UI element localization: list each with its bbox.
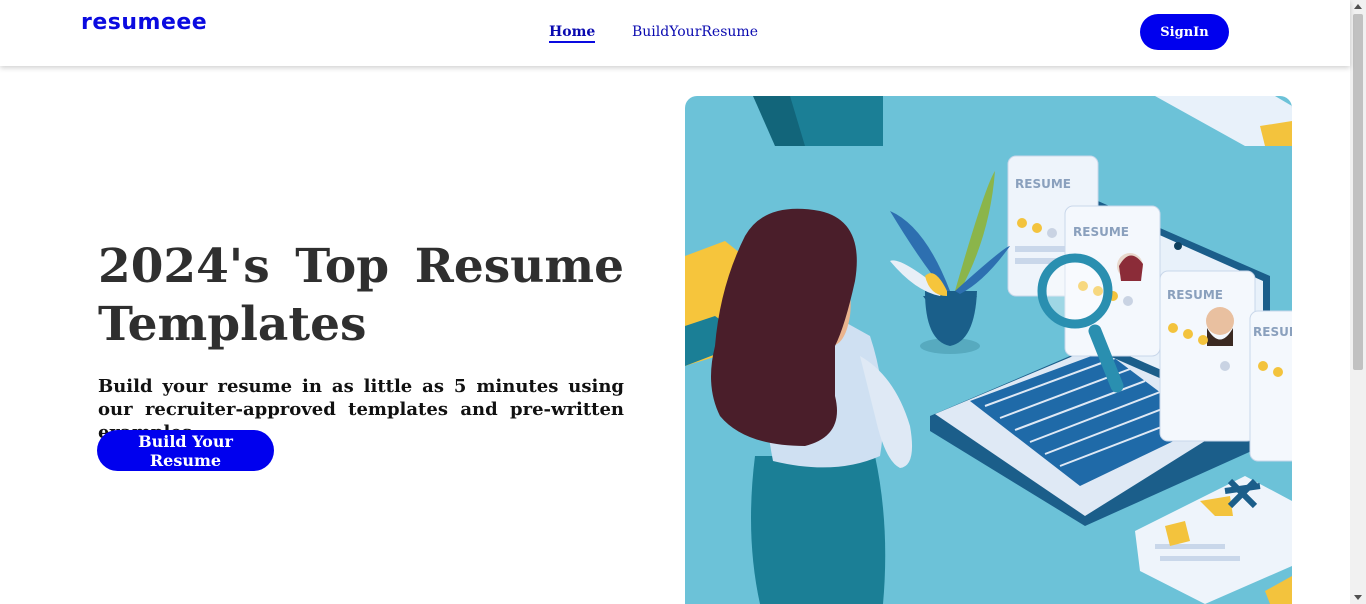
resume-card-4: RESUME (1249, 310, 1292, 462)
svg-text:RESUME: RESUME (1167, 288, 1223, 302)
nav-build-resume-link[interactable]: BuildYourResume (632, 24, 758, 40)
resume-card-3: RESUME (1159, 270, 1256, 442)
scroll-up-arrow-icon[interactable] (1354, 4, 1362, 9)
svg-text:RESUME: RESUME (1015, 177, 1071, 191)
navbar: resumeee Home BuildYourResume SignIn (0, 0, 1350, 66)
brand-logo[interactable]: resumeee (81, 10, 207, 35)
hero-title: 2024's Top Resume Templates (98, 239, 624, 352)
signin-button[interactable]: SignIn (1140, 14, 1229, 50)
svg-text:RESUME: RESUME (1073, 225, 1129, 239)
nav-home-link[interactable]: Home (549, 24, 596, 43)
page-scrollbar[interactable] (1350, 0, 1366, 604)
svg-text:RESUME: RESUME (1253, 325, 1292, 339)
scroll-down-arrow-icon[interactable] (1354, 595, 1362, 600)
hero-illustration: RESUME RESUME RESUME RESUME (685, 96, 1292, 604)
scroll-thumb[interactable] (1353, 14, 1363, 370)
build-resume-button[interactable]: Build Your Resume (97, 430, 274, 471)
resume-review-illustration: RESUME RESUME RESUME RESUME (685, 96, 1292, 604)
